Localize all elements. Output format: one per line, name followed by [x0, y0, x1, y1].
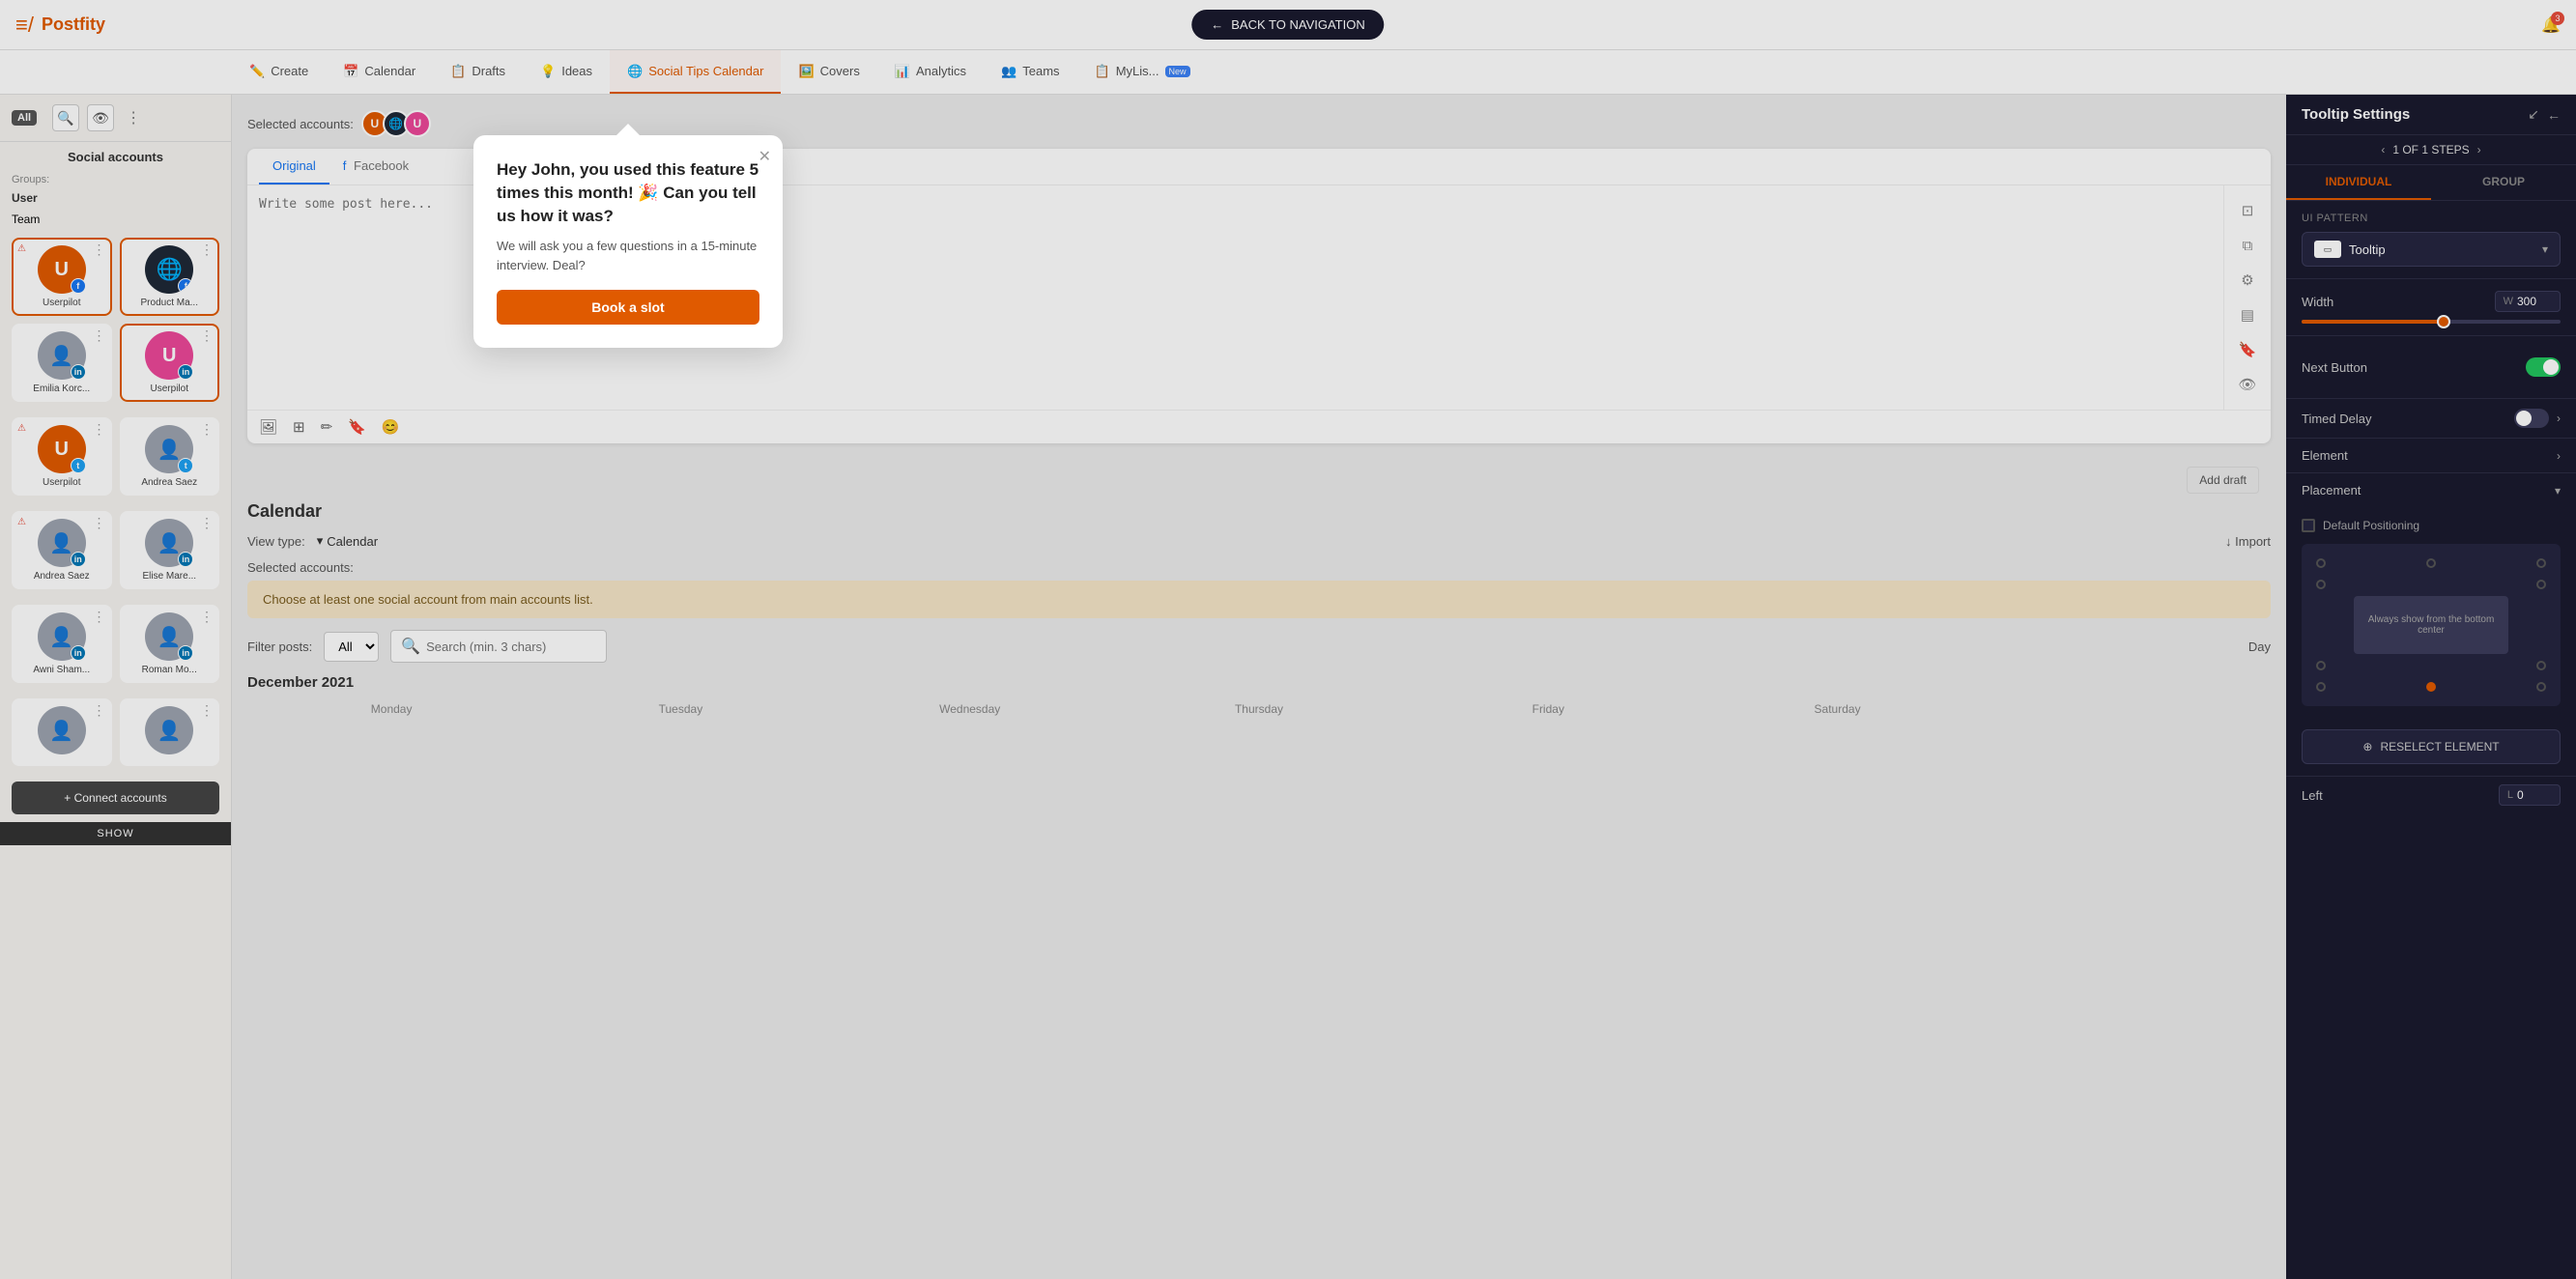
- tooltip-close-button[interactable]: ✕: [758, 147, 771, 166]
- book-slot-button[interactable]: Book a slot: [497, 290, 759, 325]
- tooltip-body: We will ask you a few questions in a 15-…: [497, 237, 759, 274]
- tooltip-heading: Hey John, you used this feature 5 times …: [497, 158, 759, 227]
- tooltip-modal: ✕ Hey John, you used this feature 5 time…: [473, 135, 783, 348]
- tooltip-arrow: [616, 124, 640, 135]
- modal-overlay: ✕ Hey John, you used this feature 5 time…: [0, 0, 2576, 1279]
